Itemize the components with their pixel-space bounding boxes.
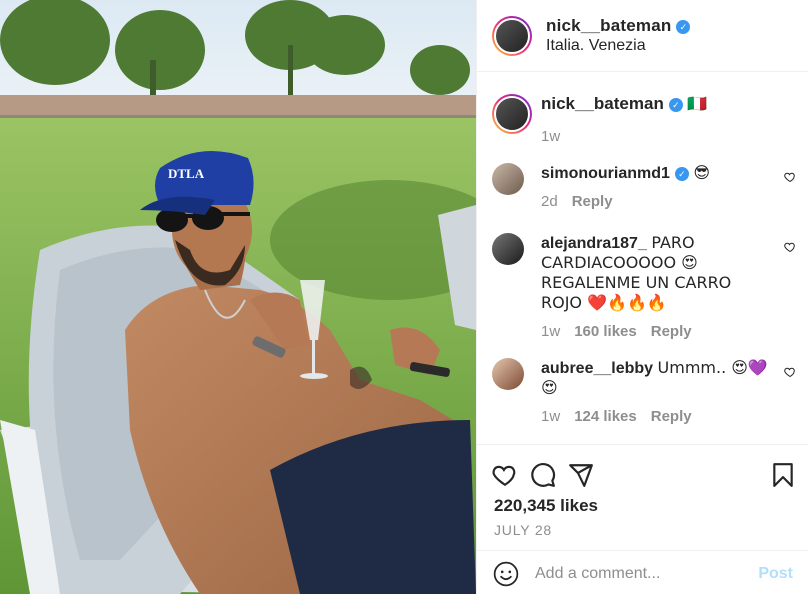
comment-time[interactable]: 2d (541, 193, 558, 210)
like-count[interactable]: 220,345 likes (494, 496, 598, 516)
reply-button[interactable]: Reply (651, 408, 692, 425)
emoji-smiley-icon[interactable] (493, 561, 519, 587)
post-comment-button[interactable]: Post (758, 565, 793, 583)
comment-row: aubree__lebby Ummm.. 😍💜😍 1w 124 likes Repl… (492, 358, 796, 426)
commenter-avatar[interactable] (492, 163, 524, 195)
like-comment-icon[interactable] (784, 171, 796, 183)
commenter-avatar[interactable] (492, 233, 524, 265)
comment-likes[interactable]: 160 likes (574, 323, 637, 340)
author-avatar[interactable] (492, 15, 532, 56)
post-actions: 220,345 likes JULY 28 Add a comment... P… (477, 444, 808, 595)
verified-badge-icon: ✓ (674, 167, 689, 181)
comment-row: simonourianmd1 ✓ 😎 2d Reply (492, 163, 796, 211)
comment-time[interactable]: 1w (541, 323, 560, 340)
comments-list: nick__bateman ✓ 🇮🇹 1w simonourianmd1 ✓ 😎 2… (477, 73, 808, 443)
caption-row: nick__bateman ✓ 🇮🇹 1w (492, 94, 796, 146)
like-heart-icon[interactable] (492, 462, 518, 488)
like-comment-icon[interactable] (784, 241, 796, 253)
cap-text: DTLA (168, 166, 205, 181)
reply-button[interactable]: Reply (572, 193, 613, 210)
like-comment-icon[interactable] (784, 366, 796, 378)
photo-illustration: DTLA (0, 0, 476, 594)
comment-bubble-icon[interactable] (530, 462, 556, 488)
comment-likes[interactable]: 124 likes (574, 408, 637, 425)
comment-text: 😎 (693, 163, 711, 182)
share-send-icon[interactable] (568, 462, 594, 488)
location-link[interactable]: Italia. Venezia (546, 37, 690, 55)
comment-row: alejandra187_ PARO CARDIACOOOOO 😍 REGALE… (492, 233, 796, 341)
commenter-avatar[interactable] (492, 358, 524, 390)
comment-username[interactable]: simonourianmd1 (541, 165, 670, 182)
post-photo[interactable]: DTLA (0, 0, 476, 594)
caption-time[interactable]: 1w (541, 128, 560, 145)
comment-time[interactable]: 1w (541, 408, 560, 425)
verified-badge-icon: ✓ (668, 98, 683, 112)
caption-text: 🇮🇹 (687, 94, 708, 113)
caption-username[interactable]: nick__bateman (541, 94, 664, 113)
verified-badge-icon: ✓ (676, 20, 691, 34)
comment-input[interactable]: Add a comment... (535, 565, 758, 583)
reply-button[interactable]: Reply (651, 323, 692, 340)
post-header: nick__bateman ✓ Italia. Venezia (477, 0, 808, 72)
comment-composer: Add a comment... Post (477, 550, 808, 596)
comment-username[interactable]: alejandra187_ (541, 235, 647, 252)
post-date[interactable]: JULY 28 (494, 522, 552, 538)
comment-username[interactable]: aubree__lebby (541, 360, 653, 377)
post-details-panel: nick__bateman ✓ Italia. Venezia nick__bat… (476, 0, 808, 594)
save-bookmark-icon[interactable] (770, 462, 796, 488)
author-username[interactable]: nick__bateman (546, 16, 671, 35)
caption-avatar[interactable] (492, 94, 532, 134)
